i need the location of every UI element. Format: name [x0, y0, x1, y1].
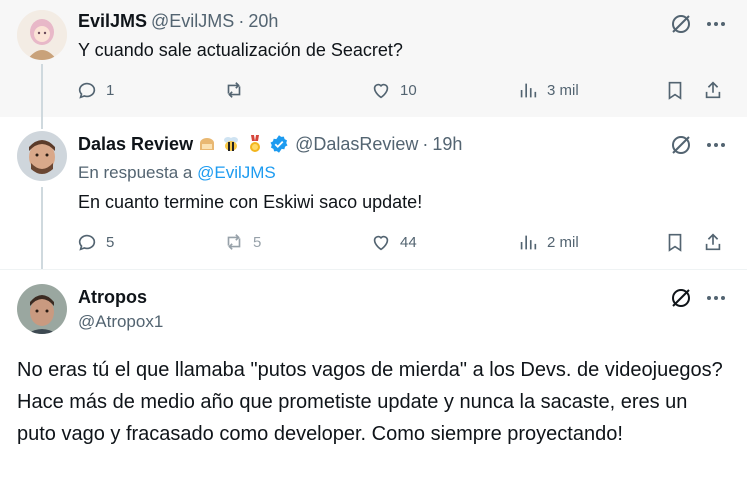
repost-count: 5	[253, 233, 262, 251]
tweet-header: Atropos	[78, 286, 147, 308]
bookmark-button[interactable]	[664, 76, 686, 104]
reply-button[interactable]: 1	[76, 76, 114, 104]
reply-count: 1	[106, 81, 115, 99]
views-button[interactable]: 2 mil	[517, 228, 579, 256]
thread-line	[41, 187, 43, 269]
repost-icon	[227, 234, 241, 250]
tweet-top-actions	[669, 12, 725, 36]
medal-emoji-icon	[250, 135, 261, 152]
grok-icon[interactable]	[669, 133, 693, 157]
tweet-top-actions	[669, 133, 725, 157]
repost-button[interactable]	[223, 76, 253, 104]
verified-badge-icon	[270, 135, 288, 153]
avatar[interactable]	[17, 284, 67, 334]
timestamp[interactable]: 20h	[248, 10, 278, 32]
reply-prefix: En respuesta a	[78, 163, 193, 182]
views-count: 3 mil	[547, 81, 579, 99]
more-options-icon[interactable]	[707, 22, 725, 26]
tweet-text: No eras tú el que llamaba "putos vagos d…	[17, 359, 723, 445]
user-handle[interactable]: @Atropox1	[78, 312, 163, 332]
heart-icon	[373, 83, 389, 99]
heart-icon	[373, 235, 389, 251]
tweet-header: Dalas Review @DalasReview · 19h	[78, 133, 462, 155]
timestamp[interactable]: 19h	[432, 133, 462, 155]
share-button[interactable]	[702, 228, 724, 256]
reply-mention-link[interactable]: @EvilJMS	[197, 163, 276, 182]
share-icon	[705, 233, 721, 251]
tweet-text: En cuanto termine con Eskiwi saco update…	[78, 192, 423, 212]
separator: ·	[238, 11, 245, 31]
tweet-atropos[interactable]: Atropos @Atropox1 No eras tú el que llam…	[0, 269, 747, 485]
more-options-icon[interactable]	[707, 296, 725, 300]
views-icon	[520, 83, 537, 98]
display-name[interactable]: EvilJMS	[78, 10, 147, 32]
like-count: 44	[400, 233, 417, 251]
avatar[interactable]	[17, 10, 67, 60]
grok-icon[interactable]	[669, 12, 693, 36]
bread-emoji-icon	[200, 138, 215, 150]
bookmark-icon	[668, 233, 682, 252]
thread-line	[41, 64, 43, 117]
views-icon	[520, 235, 537, 250]
repost-button[interactable]: 5	[223, 228, 261, 256]
tweet-text: Y cuando sale actualización de Seacret?	[78, 40, 403, 60]
reply-icon	[78, 82, 96, 99]
separator: ·	[422, 134, 429, 154]
tweet-evil-jms[interactable]: EvilJMS @EvilJMS · 20h Y cuando sale act…	[0, 0, 747, 117]
reply-context: En respuesta a @EvilJMS	[78, 162, 276, 184]
tweet-header: EvilJMS @EvilJMS · 20h	[78, 10, 278, 32]
share-icon	[705, 81, 721, 99]
more-options-icon[interactable]	[707, 143, 725, 147]
grok-icon[interactable]	[669, 286, 693, 310]
tweet-actions: 5 5 44 2 mil	[76, 228, 736, 256]
bookmark-button[interactable]	[664, 228, 686, 256]
tweet-actions: 1 10 3 mil	[76, 76, 736, 104]
views-button[interactable]: 3 mil	[517, 76, 579, 104]
display-name[interactable]: Dalas Review	[78, 133, 193, 155]
share-button[interactable]	[702, 76, 724, 104]
repost-icon	[227, 82, 241, 98]
bookmark-icon	[668, 81, 682, 100]
thread-line	[41, 117, 43, 129]
views-count: 2 mil	[547, 233, 579, 251]
user-handle[interactable]: @DalasReview	[295, 133, 418, 155]
reply-icon	[78, 234, 96, 251]
like-button[interactable]: 10	[370, 76, 417, 104]
user-handle[interactable]: @EvilJMS	[151, 10, 234, 32]
reply-button[interactable]: 5	[76, 228, 114, 256]
tweet-top-actions	[669, 286, 725, 310]
like-count: 10	[400, 81, 417, 99]
bee-emoji-icon	[224, 137, 239, 151]
tweet-dalas-review[interactable]: Dalas Review @DalasReview · 19h En respu…	[0, 117, 747, 269]
avatar[interactable]	[17, 131, 67, 181]
like-button[interactable]: 44	[370, 228, 417, 256]
reply-count: 5	[106, 233, 115, 251]
display-name[interactable]: Atropos	[78, 286, 147, 308]
